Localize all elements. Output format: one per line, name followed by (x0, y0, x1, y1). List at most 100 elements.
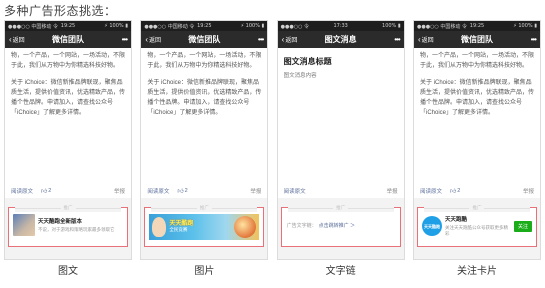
nav-bar: ‹ 返回 图文消息 ••• (277, 31, 404, 48)
back-label: 返回 (285, 38, 298, 44)
phone-follow-card-ad: ●●●○○ 中国移动 令 19:25 ⚡ 100% ▮ ‹ 返回 微信团队 •••… (412, 20, 541, 260)
nav-title: 微信团队 (188, 35, 221, 44)
ad-thumbnail (13, 214, 35, 236)
ad-title: 天天跑酷 (444, 217, 467, 223)
report-link[interactable]: 举报 (114, 187, 125, 195)
back-label: 返回 (12, 38, 25, 44)
nav-title: 图文消息 (324, 35, 357, 44)
ad-text-link[interactable]: 点击跳转推广 ＞ (319, 222, 355, 229)
ad-prefix: 广告文字链： (286, 223, 317, 229)
chevron-left-icon: ‹ (145, 34, 148, 44)
battery-indicator: 100% ▮ (382, 23, 401, 29)
thumbs-up-icon: 👍︎ (41, 189, 48, 195)
article-paragraph: 物，一个产品，一个网站，一场活动，不限于此，我们从万物中为你精选科技好物。 (11, 53, 126, 69)
carrier-signal: ●●●○○ 中国移动 令 (416, 23, 467, 30)
status-time: 17:33 (333, 23, 348, 29)
page-title: 多种广告形态挑选： (4, 4, 117, 18)
back-button[interactable]: ‹ 返回 (282, 35, 298, 44)
thumbs-up-icon: 👍︎ (177, 189, 184, 195)
ad-label: 推广 (15, 204, 121, 212)
report-link[interactable]: 举报 (523, 187, 534, 195)
banner-title: 天天酷跑 (169, 221, 194, 227)
article-paragraph: 物，一个产品，一个网站，一场活动，不限于此，我们从万物中为你精选科技好物。 (147, 53, 262, 69)
like-button[interactable]: 👍︎ 2 (177, 187, 187, 195)
status-bar: ●●●○○ 中国移动 令 19:25 ⚡ 100% ▮ (5, 21, 131, 31)
chevron-left-icon: ‹ (9, 34, 12, 44)
status-bar: ●●●○○ 令 17:33 100% ▮ (277, 21, 404, 31)
carrier-signal: ●●●○○ 令 (280, 23, 310, 30)
article-subtitle: 图文消息内容 (283, 73, 317, 79)
ad-title: 天天酷跑全新版本 (38, 219, 83, 225)
read-more-link[interactable]: 阅读原文 (420, 187, 442, 195)
article-title: 图文消息标题 (283, 57, 332, 66)
nav-title: 微信团队 (52, 35, 84, 44)
report-link[interactable]: 举报 (387, 187, 398, 195)
read-more-link[interactable]: 阅读原文 (147, 187, 169, 195)
article-paragraph: 关于 iChoice：微信新推品牌联现，聚焦品质生活，提供价值资讯，优选精致产品… (419, 80, 534, 116)
back-button[interactable]: ‹ 返回 (9, 35, 25, 44)
article-content: 图文消息标题 图文消息内容 阅读原文 举报 (277, 48, 404, 198)
article-content: 物，一个产品，一个网站，一场活动，不限于此，我们从万物中为你精选科技好物。 关于… (413, 48, 540, 198)
article-content: 物，一个产品，一个网站，一场活动，不限于此，我们从万物中为你精选科技好物。 关于… (141, 48, 268, 198)
article-paragraph: 关于 iChoice：微信新推品牌联现，聚焦品质生活，提供价值资讯，优选精致产品… (11, 80, 126, 116)
ad-label: 推广 (423, 204, 530, 212)
ad-description: 不说，对于游戏和策略玩家最多领取它 (38, 227, 115, 232)
like-button[interactable]: 👍︎ 2 (450, 187, 460, 195)
article-footer: 阅读原文 举报 (284, 187, 398, 195)
nav-bar: ‹ 返回 微信团队 ••• (413, 31, 540, 48)
like-count: 2 (184, 188, 188, 194)
status-time: 19:25 (60, 23, 76, 29)
nav-title: 微信团队 (460, 35, 493, 44)
ad-description: 关注天天跑酷公众号获取更多精彩 (444, 225, 508, 236)
carrier-signal: ●●●○○ 中国移动 令 (144, 23, 195, 30)
ad-slot[interactable]: 推广 天天酷跑 全民竞赛 (144, 204, 265, 247)
back-button[interactable]: ‹ 返回 (418, 35, 434, 44)
chevron-left-icon: ‹ (417, 34, 421, 44)
like-count: 2 (457, 188, 461, 194)
article-footer: 阅读原文 👍︎ 2 举报 (420, 187, 534, 195)
phone-image-ad: ●●●○○ 中国移动 令 19:25 ⚡ 100% ▮ ‹ 返回 微信团队 •••… (140, 20, 269, 260)
phone-image-text-ad: ●●●○○ 中国移动 令 19:25 ⚡ 100% ▮ ‹ 返回 微信团队 •••… (4, 20, 132, 260)
article-paragraph: 关于 iChoice：微信新推品牌联现，聚焦品质生活，提供价值资讯，优选精致产品… (147, 80, 262, 116)
more-dots-icon[interactable]: ••• (394, 35, 400, 44)
ad-slot[interactable]: 推广 广告文字链： 点击跳转推广 ＞ (280, 204, 401, 247)
back-button[interactable]: ‹ 返回 (145, 35, 161, 44)
caption-text-link: 文字链 (325, 266, 356, 277)
read-more-link[interactable]: 阅读原文 (284, 187, 306, 195)
follow-button[interactable]: 关注 (513, 220, 532, 232)
more-dots-icon[interactable]: ••• (122, 35, 128, 44)
banner-character (152, 217, 167, 237)
ad-label: 推广 (287, 204, 394, 212)
more-dots-icon[interactable]: ••• (258, 35, 264, 44)
ad-account-logo: 天天酷跑 (421, 216, 442, 236)
read-more-link[interactable]: 阅读原文 (11, 187, 33, 195)
thumbs-up-icon: 👍︎ (450, 189, 457, 195)
phone-text-link-ad: ●●●○○ 令 17:33 100% ▮ ‹ 返回 图文消息 ••• 图文消息标题… (276, 20, 405, 260)
ad-banner-image: 天天酷跑 全民竞赛 (149, 214, 260, 240)
nav-bar: ‹ 返回 微信团队 ••• (5, 31, 131, 48)
caption-follow-card: 关注卡片 (456, 266, 497, 277)
status-bar: ●●●○○ 中国移动 令 19:25 ⚡ 100% ▮ (141, 21, 268, 31)
nav-bar: ‹ 返回 微信团队 ••• (141, 31, 268, 48)
battery-indicator: ⚡ 100% ▮ (104, 23, 128, 29)
phone-mockups: ●●●○○ 中国移动 令 19:25 ⚡ 100% ▮ ‹ 返回 微信团队 •••… (4, 20, 541, 260)
banner-subtitle: 全民竞赛 (169, 227, 188, 232)
status-time: 19:25 (197, 23, 212, 29)
like-button[interactable]: 👍︎ 2 (41, 187, 51, 195)
banner-hero (234, 216, 257, 238)
ad-label: 推广 (151, 204, 258, 212)
ad-slot[interactable]: 推广 天天酷跑全新版本 不说，对于游戏和策略玩家最多领取它 (8, 204, 128, 247)
ad-slot[interactable]: 推广 天天酷跑 天天跑酷 关注天天跑酷公众号获取更多精彩 关注 (416, 204, 537, 247)
caption-image: 图片 (194, 266, 215, 277)
status-time: 19:25 (469, 23, 485, 29)
battery-indicator: ⚡ 100% ▮ (240, 23, 265, 29)
battery-indicator: ⚡ 100% ▮ (513, 23, 537, 29)
more-dots-icon[interactable]: ••• (531, 35, 537, 44)
status-bar: ●●●○○ 中国移动 令 19:25 ⚡ 100% ▮ (413, 21, 540, 31)
report-link[interactable]: 举报 (250, 187, 261, 195)
article-footer: 阅读原文 👍︎ 2 举报 (147, 187, 261, 195)
like-count: 2 (48, 188, 52, 194)
back-label: 返回 (149, 38, 162, 44)
back-label: 返回 (421, 38, 434, 44)
caption-image-text: 图文 (58, 266, 78, 277)
